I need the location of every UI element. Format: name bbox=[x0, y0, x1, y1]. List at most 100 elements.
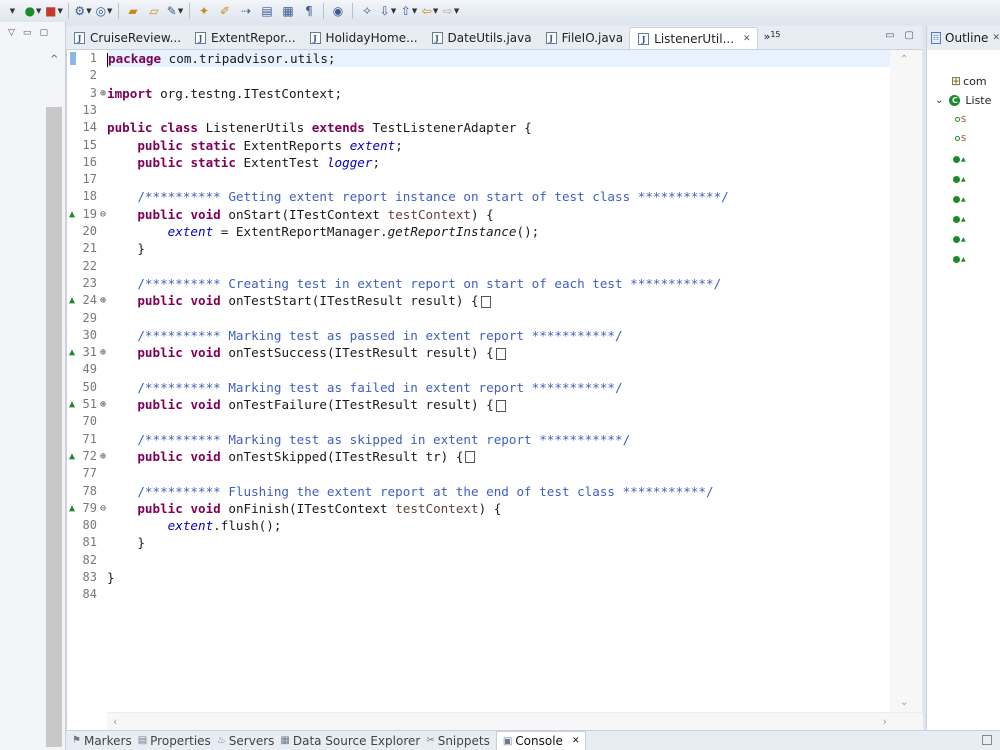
view-menu-icon[interactable]: ▽ bbox=[8, 28, 15, 38]
folded-code-box[interactable] bbox=[495, 399, 506, 412]
expand-fold-icon[interactable]: ⊕ bbox=[100, 344, 106, 361]
line-number: 79 ▲ ⊖ bbox=[67, 500, 107, 517]
open-folder-icon[interactable]: ▱ bbox=[144, 2, 164, 20]
outline-method-item[interactable]: ▲ bbox=[953, 150, 966, 168]
scroll-down-icon[interactable]: ⌄ bbox=[900, 697, 908, 708]
tab-snippets[interactable]: ✂ Snippets bbox=[426, 734, 490, 748]
outline-class-item[interactable]: ⌄ C Liste bbox=[935, 91, 991, 109]
tab-servers[interactable]: ♨ Servers bbox=[217, 734, 275, 748]
outline-panel: ☷ Outline ✕ ⊞ com ⌄ C Liste S S ▲ ▲ ▲ ▲ … bbox=[926, 26, 1000, 730]
paragraph-icon[interactable]: ¶ bbox=[299, 2, 319, 20]
editor-tab-fileio[interactable]: J FileIO.java bbox=[538, 27, 630, 49]
scroll-up-icon[interactable]: ⌃ bbox=[900, 54, 908, 65]
web-browser-icon[interactable]: ◎ ▼ bbox=[94, 2, 114, 20]
tab-label: CruiseReview... bbox=[90, 31, 182, 45]
method-icon bbox=[953, 235, 960, 243]
editor-tab-holidayhome[interactable]: J HolidayHome... bbox=[302, 27, 424, 49]
line-number: 17 bbox=[67, 171, 107, 188]
expand-fold-icon[interactable]: ⊕ bbox=[100, 292, 106, 309]
package-icon: ⊞ bbox=[951, 74, 962, 88]
show-whitespace-icon[interactable]: ▦ bbox=[278, 2, 298, 20]
back-icon[interactable]: ⇦ ▼ bbox=[420, 2, 440, 20]
expand-fold-icon[interactable]: ⊕ bbox=[100, 396, 106, 413]
external-tools-icon[interactable]: ■ ▼ bbox=[44, 2, 64, 20]
expand-fold-icon[interactable]: ⊕ bbox=[100, 85, 106, 102]
method-icon bbox=[953, 175, 960, 183]
line-number-text: 49 bbox=[82, 362, 97, 377]
maximize-editor-icon[interactable]: ▢ bbox=[905, 30, 914, 41]
line-number-text: 79 bbox=[82, 500, 97, 515]
collapse-fold-icon[interactable]: ⊖ bbox=[100, 206, 106, 223]
pin-icon[interactable]: ✎ ▼ bbox=[165, 2, 185, 20]
new-server-icon[interactable]: ⚙ ▼ bbox=[73, 2, 93, 20]
tab-markers[interactable]: ⚑ Markers bbox=[72, 734, 132, 748]
next-annotation-icon[interactable]: ⇩ ▼ bbox=[378, 2, 398, 20]
outline-field-item[interactable]: S bbox=[955, 110, 966, 128]
line-number-text: 13 bbox=[82, 102, 97, 117]
toggle-mark-occurrences-icon[interactable]: ✐ bbox=[215, 2, 235, 20]
search-icon[interactable]: ✧ bbox=[357, 2, 377, 20]
close-console-icon[interactable]: ✕ bbox=[572, 736, 580, 746]
line-number-text: 17 bbox=[82, 172, 97, 187]
block-selection-icon[interactable]: ▤ bbox=[257, 2, 277, 20]
collapse-fold-icon[interactable]: ⊖ bbox=[100, 500, 106, 517]
main-toolbar: ▼ ● ▼ ■ ▼ ⚙ ▼ ◎ ▼ ▰ ▱ ✎ ▼ ✦ ✐ ⇢ ▤ ▦ ¶ ◉ ✧ ⇩ ▼ … bbox=[0, 0, 1000, 22]
tab-data-source-explorer[interactable]: ▦ Data Source Explorer bbox=[280, 734, 420, 748]
class-icon: C bbox=[949, 94, 961, 106]
outline-field-item[interactable]: S bbox=[955, 129, 966, 147]
editor-tab-extentreportmanager[interactable]: J ExtentRepor... bbox=[187, 27, 302, 49]
scroll-right-icon[interactable]: › bbox=[883, 715, 887, 728]
method-icon bbox=[953, 255, 960, 263]
folded-code-box[interactable] bbox=[495, 347, 506, 360]
forward-icon[interactable]: ⇨ ▼ bbox=[441, 2, 461, 20]
outline-method-item[interactable]: ▲ bbox=[953, 230, 966, 248]
tab-console[interactable]: ▣ Console ✕ bbox=[495, 731, 587, 750]
debug-icon[interactable]: ◉ bbox=[328, 2, 348, 20]
line-number-text: 81 bbox=[82, 535, 97, 550]
outline-method-item[interactable]: ▲ bbox=[953, 210, 966, 228]
task-icon[interactable]: ✦ bbox=[194, 2, 214, 20]
line-number: 81 bbox=[67, 534, 107, 551]
expand-fold-icon[interactable]: ⊕ bbox=[100, 448, 106, 465]
code-editor[interactable]: 1 2 3 ⊕ 13 14 15 16 17 18 19 ▲ ⊖ 20 21 22 23 24 ▲ ⊕ 29 30 31 ▲ ⊕… bbox=[66, 50, 923, 730]
scroll-left-icon[interactable]: ‹ bbox=[113, 715, 117, 728]
editor-tab-dateutils[interactable]: J DateUtils.java bbox=[424, 27, 538, 49]
tab-label: Console bbox=[515, 734, 563, 748]
outline-method-item[interactable]: ▲ bbox=[953, 250, 966, 268]
line-number: 29 bbox=[67, 310, 107, 327]
minimize-bottom-panel-icon[interactable] bbox=[982, 735, 992, 745]
editor-tab-cruisereview[interactable]: J CruiseReview... bbox=[66, 27, 187, 49]
scroll-up-icon[interactable]: ^ bbox=[50, 54, 58, 65]
minimize-icon[interactable]: ▭ bbox=[23, 28, 32, 38]
outline-method-item[interactable]: ▲ bbox=[953, 190, 966, 208]
code-line-18: /********** Getting extent report instan… bbox=[137, 189, 729, 205]
run-icon[interactable]: ● ▼ bbox=[23, 2, 43, 20]
tab-label: Data Source Explorer bbox=[292, 733, 421, 748]
tab-label: ListenerUtil... bbox=[654, 31, 735, 46]
close-outline-icon[interactable]: ✕ bbox=[992, 33, 1000, 43]
code-line-78: /********** Flushing the extent report a… bbox=[137, 483, 714, 499]
line-number-text: 22 bbox=[82, 258, 97, 273]
new-dropdown-arrow-icon[interactable]: ▼ bbox=[2, 2, 22, 20]
maximize-icon[interactable]: ▢ bbox=[39, 28, 48, 38]
editor-vertical-scrollbar[interactable]: ⌃ ⌄ bbox=[890, 50, 922, 712]
line-number-text: 72 bbox=[82, 448, 97, 463]
code-area[interactable]: package com.tripadvisor.utils; import or… bbox=[107, 50, 891, 712]
editor-horizontal-scrollbar[interactable]: ‹ › bbox=[107, 712, 923, 730]
folded-code-box[interactable] bbox=[465, 451, 476, 464]
open-type-icon[interactable]: ▰ bbox=[123, 2, 143, 20]
breadcrumb-icon[interactable]: ⇢ bbox=[236, 2, 256, 20]
close-tab-icon[interactable]: ✕ bbox=[743, 34, 751, 44]
outline-tab[interactable]: ☷ Outline ✕ bbox=[927, 26, 1000, 50]
expand-chevron-icon[interactable]: ⌄ bbox=[935, 95, 943, 106]
folded-code-box[interactable] bbox=[480, 295, 491, 308]
left-panel-scrollbar[interactable] bbox=[46, 107, 62, 747]
outline-package-item[interactable]: ⊞ com bbox=[951, 72, 987, 90]
editor-tab-listenerutils[interactable]: J ListenerUtil... ✕ bbox=[629, 27, 758, 49]
tab-properties[interactable]: ▤ Properties bbox=[138, 734, 211, 748]
prev-annotation-icon[interactable]: ⇧ ▼ bbox=[399, 2, 419, 20]
java-file-icon: J bbox=[431, 32, 443, 44]
minimize-editor-icon[interactable]: ▭ bbox=[885, 30, 894, 41]
tab-overflow-button[interactable]: » 15 bbox=[758, 27, 787, 49]
outline-method-item[interactable]: ▲ bbox=[953, 170, 966, 188]
